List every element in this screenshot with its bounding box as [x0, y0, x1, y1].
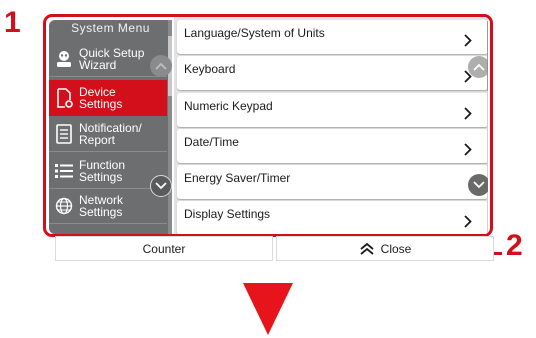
- device-settings-icon: [49, 87, 79, 109]
- system-menu-screen: System Menu Quick Setup Wizard Device Se…: [43, 14, 493, 237]
- list-scroll-thumb[interactable]: [487, 21, 488, 91]
- network-globe-icon: [49, 196, 79, 216]
- sidebar-item-label: Settings: [79, 169, 123, 184]
- close-button[interactable]: Close: [276, 236, 494, 261]
- list-item-label: Energy Saver/Timer: [184, 171, 291, 185]
- chevron-down-icon: [155, 182, 167, 190]
- list-item-label: Numeric Keypad: [184, 99, 273, 113]
- sidebar-item-label: Settings: [79, 204, 123, 219]
- sidebar-item-notification-report[interactable]: Notification/ Report: [49, 116, 167, 152]
- list-item-display-settings[interactable]: Display Settings: [177, 201, 488, 234]
- callout-number-1: 1: [4, 6, 21, 39]
- sidebar-item-device-settings[interactable]: Device Settings: [49, 80, 167, 116]
- sidebar-item-label: Settings: [79, 97, 123, 111]
- list-scroll-down-button[interactable]: [468, 174, 488, 196]
- sidebar-item-label: Notification/: [79, 120, 142, 135]
- list-item-label: Display Settings: [184, 207, 271, 221]
- chevron-right-icon: [464, 107, 472, 120]
- chevron-up-icon: [155, 62, 167, 70]
- sidebar-item-network-settings[interactable]: Network Settings: [49, 188, 167, 224]
- list-item-label: Language/System of Units: [184, 26, 325, 40]
- sidebar-item-label: Report: [79, 132, 116, 147]
- sidebar-item-label: Wizard: [79, 57, 117, 72]
- double-chevron-up-icon: [360, 242, 374, 255]
- chevron-right-icon: [464, 34, 472, 47]
- list-item-numeric-keypad[interactable]: Numeric Keypad: [177, 93, 488, 127]
- list-item-energy-saver-timer[interactable]: Energy Saver/Timer: [177, 165, 488, 199]
- chevron-up-icon: [473, 63, 485, 71]
- chevron-right-icon: [464, 215, 472, 228]
- chevron-right-icon: [464, 143, 472, 156]
- list-item-keyboard[interactable]: Keyboard: [177, 56, 488, 90]
- down-arrow-icon: [243, 283, 293, 335]
- list-scrollbar[interactable]: [487, 21, 488, 233]
- list-item-label: Keyboard: [184, 62, 236, 76]
- close-button-label: Close: [380, 241, 412, 256]
- wizard-icon: [49, 49, 79, 69]
- sidebar-item-label: Function: [79, 157, 126, 172]
- callout-number-2: 2: [506, 229, 523, 262]
- report-icon: [49, 123, 79, 145]
- counter-button[interactable]: Counter: [55, 236, 273, 261]
- list-item-date-time[interactable]: Date/Time: [177, 129, 488, 163]
- sidebar-title: System Menu: [71, 21, 150, 35]
- sidebar-item-label: Quick Setup: [79, 45, 145, 60]
- sidebar-scroll-down-button[interactable]: [150, 175, 172, 197]
- sidebar: System Menu Quick Setup Wizard Device Se…: [49, 20, 172, 234]
- list-item-label: Date/Time: [184, 135, 239, 149]
- counter-button-label: Counter: [142, 241, 186, 256]
- list-scroll-up-button[interactable]: [468, 56, 488, 78]
- sidebar-scroll-up-button[interactable]: [150, 55, 172, 77]
- function-list-icon: [49, 162, 79, 180]
- device-settings-list: Language/System of Units Keyboard Numeri…: [174, 17, 488, 234]
- list-item-language-system-of-units[interactable]: Language/System of Units: [177, 20, 488, 54]
- sidebar-item-label: Network: [79, 192, 124, 207]
- sidebar-scrollbar[interactable]: [168, 20, 172, 234]
- sidebar-item-quick-setup-wizard[interactable]: Quick Setup Wizard: [49, 41, 167, 77]
- chevron-down-icon: [473, 181, 485, 189]
